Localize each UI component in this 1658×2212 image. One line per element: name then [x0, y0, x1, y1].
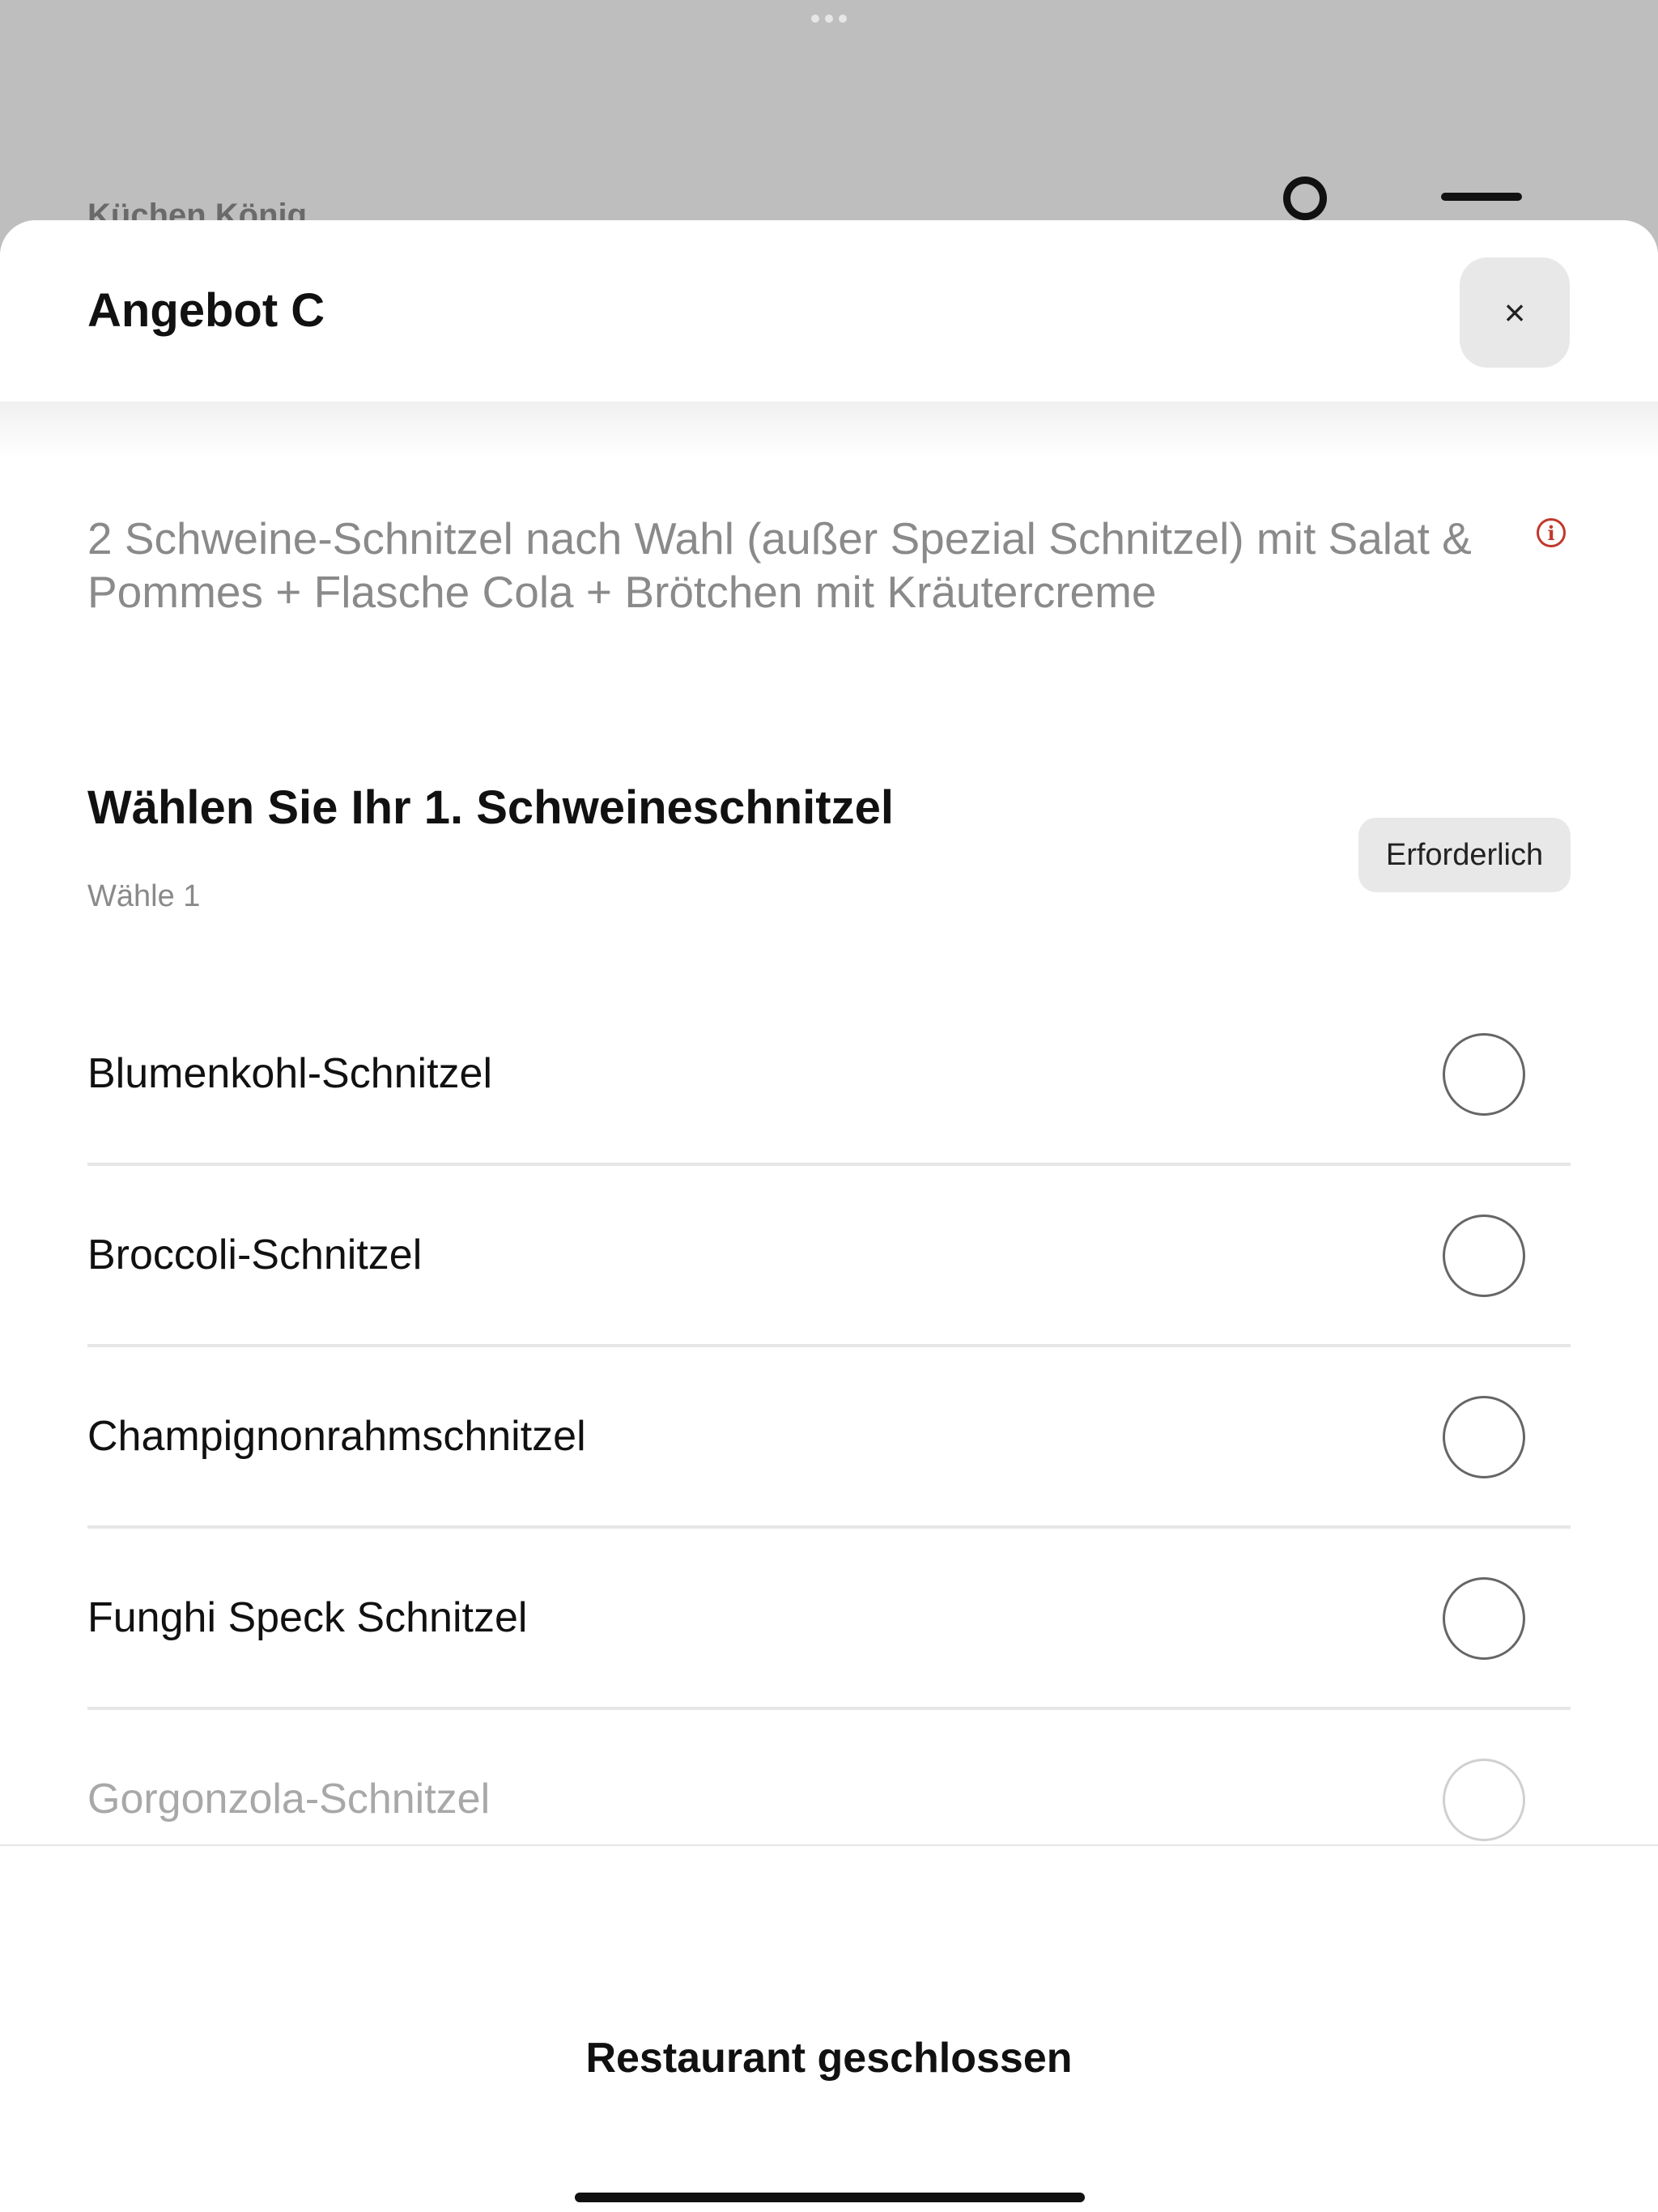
sheet-footer: Restaurant geschlossen: [0, 1844, 1658, 2212]
menu-icon: [1441, 193, 1522, 201]
more-dots-icon: [811, 13, 847, 24]
info-icon[interactable]: i: [1537, 518, 1566, 547]
option-row[interactable]: Blumenkohl-Schnitzel: [87, 985, 1571, 1166]
option-row[interactable]: Broccoli-Schnitzel: [87, 1166, 1571, 1347]
restaurant-status: Restaurant geschlossen: [585, 2035, 1073, 2082]
section-title: Wählen Sie Ihr 1. Schweineschnitzel: [87, 781, 894, 834]
option-label: Broccoli-Schnitzel: [87, 1231, 423, 1278]
option-label: Gorgonzola-Schnitzel: [87, 1776, 491, 1823]
radio-button[interactable]: [1443, 1033, 1525, 1116]
home-indicator: [575, 2193, 1085, 2202]
close-icon: ×: [1503, 291, 1526, 334]
radio-button[interactable]: [1443, 1396, 1525, 1478]
option-label: Champignonrahmschnitzel: [87, 1413, 586, 1460]
sheet-header: Angebot C ×: [0, 220, 1658, 402]
sheet-title: Angebot C: [87, 284, 325, 337]
option-row[interactable]: Champignonrahmschnitzel: [87, 1347, 1571, 1529]
option-label: Blumenkohl-Schnitzel: [87, 1050, 493, 1097]
option-label: Funghi Speck Schnitzel: [87, 1594, 528, 1641]
section-subtitle: Wähle 1: [87, 879, 201, 913]
option-row[interactable]: Funghi Speck Schnitzel: [87, 1529, 1571, 1710]
info-icon-glyph: i: [1547, 521, 1555, 545]
option-list: Blumenkohl-Schnitzel Broccoli-Schnitzel …: [87, 985, 1571, 1891]
offer-sheet: Angebot C × 2 Schweine-Schnitzel nach Wa…: [0, 220, 1658, 2212]
close-button[interactable]: ×: [1460, 257, 1570, 368]
required-badge: Erforderlich: [1358, 818, 1571, 892]
offer-description: 2 Schweine-Schnitzel nach Wahl (außer Sp…: [87, 513, 1472, 617]
profile-icon: [1283, 177, 1327, 220]
radio-button[interactable]: [1443, 1759, 1525, 1841]
radio-button[interactable]: [1443, 1214, 1525, 1297]
header-divider: [0, 402, 1658, 458]
radio-button[interactable]: [1443, 1577, 1525, 1660]
